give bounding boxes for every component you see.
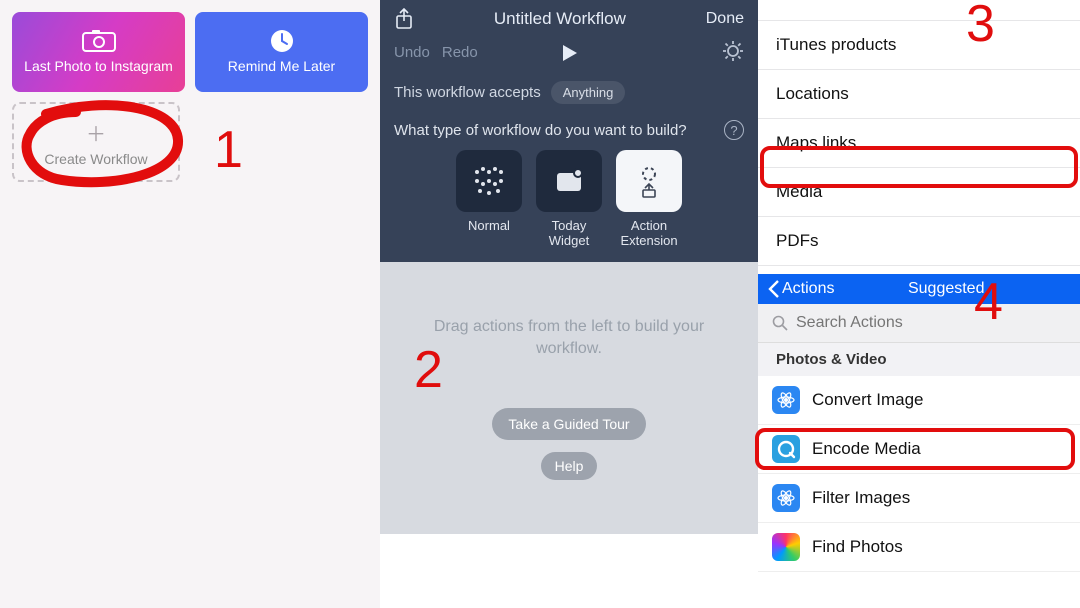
- category-item-media[interactable]: Media: [758, 168, 1080, 217]
- normal-icon: [456, 150, 522, 212]
- accepts-label: This workflow accepts: [394, 84, 541, 101]
- action-label: Convert Image: [812, 390, 924, 410]
- back-actions-button[interactable]: Actions: [768, 280, 834, 298]
- editor-title: Untitled Workflow: [494, 9, 626, 29]
- accepts-pill[interactable]: Anything: [551, 81, 626, 104]
- search-icon: [772, 315, 788, 331]
- redo-button[interactable]: Redo: [442, 44, 478, 61]
- action-item-filter-images[interactable]: Filter Images: [758, 474, 1080, 523]
- tile-last-photo-instagram[interactable]: Last Photo to Instagram: [12, 12, 185, 92]
- tile-remind-me-later[interactable]: Remind Me Later: [195, 12, 368, 92]
- category-item-locations[interactable]: Locations: [758, 70, 1080, 119]
- today-widget-icon: [536, 150, 602, 212]
- action-label: Encode Media: [812, 439, 921, 459]
- camera-icon: [81, 30, 117, 52]
- category-item-itunes[interactable]: iTunes products: [758, 20, 1080, 70]
- atom-icon: [772, 484, 800, 512]
- action-item-encode-media[interactable]: Encode Media: [758, 425, 1080, 474]
- tile-label: Remind Me Later: [228, 58, 335, 74]
- action-item-find-photos[interactable]: Find Photos: [758, 523, 1080, 572]
- action-label: Filter Images: [812, 488, 910, 508]
- workflow-type-today-widget[interactable]: Today Widget: [536, 150, 602, 248]
- workflow-type-action-extension[interactable]: Action Extension: [616, 150, 682, 248]
- category-item-pdfs[interactable]: PDFs: [758, 217, 1080, 266]
- undo-button[interactable]: Undo: [394, 44, 430, 61]
- gear-icon[interactable]: [722, 40, 744, 62]
- suggested-title: Suggested: [908, 280, 985, 298]
- plus-icon: ＋: [86, 118, 106, 147]
- category-item-maps[interactable]: Maps links: [758, 119, 1080, 168]
- clock-icon: [264, 30, 300, 52]
- back-label: Actions: [782, 280, 834, 298]
- action-item-convert-image[interactable]: Convert Image: [758, 376, 1080, 425]
- tile-label: Last Photo to Instagram: [24, 58, 173, 74]
- type-label: Normal: [468, 218, 510, 233]
- choose-title: What type of workflow do you want to bui…: [394, 122, 687, 139]
- canvas-hint: Drag actions from the left to build your…: [380, 316, 758, 359]
- help-icon[interactable]: ?: [724, 120, 744, 140]
- share-icon[interactable]: [394, 8, 414, 30]
- guided-tour-button[interactable]: Take a Guided Tour: [492, 408, 645, 440]
- action-label: Find Photos: [812, 537, 903, 557]
- create-workflow-label: Create Workflow: [44, 151, 147, 167]
- workflow-editor-panel: Untitled Workflow Done Undo Redo This wo…: [380, 0, 758, 534]
- action-extension-icon: [616, 150, 682, 212]
- annotation-number-1: 1: [214, 120, 243, 180]
- chevron-left-icon: [768, 280, 780, 298]
- actions-search-panel: Actions Suggested Photos & Video Convert…: [758, 274, 1080, 572]
- search-input[interactable]: [796, 314, 1066, 332]
- search-actions-bar[interactable]: [758, 304, 1080, 343]
- type-label: Action Extension: [620, 218, 677, 248]
- atom-icon: [772, 386, 800, 414]
- photos-icon: [772, 533, 800, 561]
- done-button[interactable]: Done: [706, 10, 744, 28]
- play-icon[interactable]: [560, 44, 578, 62]
- create-workflow-button[interactable]: ＋ Create Workflow: [12, 102, 180, 182]
- help-button[interactable]: Help: [541, 452, 598, 480]
- quicktime-icon: [772, 435, 800, 463]
- category-list-panel: iTunes products Locations Maps links Med…: [758, 0, 1080, 315]
- workflow-canvas[interactable]: Drag actions from the left to build your…: [380, 262, 758, 534]
- group-header-photos-video: Photos & Video: [758, 343, 1080, 376]
- type-label: Today Widget: [549, 218, 589, 248]
- workflow-type-normal[interactable]: Normal: [456, 150, 522, 248]
- workflow-list-panel: Last Photo to Instagram Remind Me Later …: [0, 0, 380, 608]
